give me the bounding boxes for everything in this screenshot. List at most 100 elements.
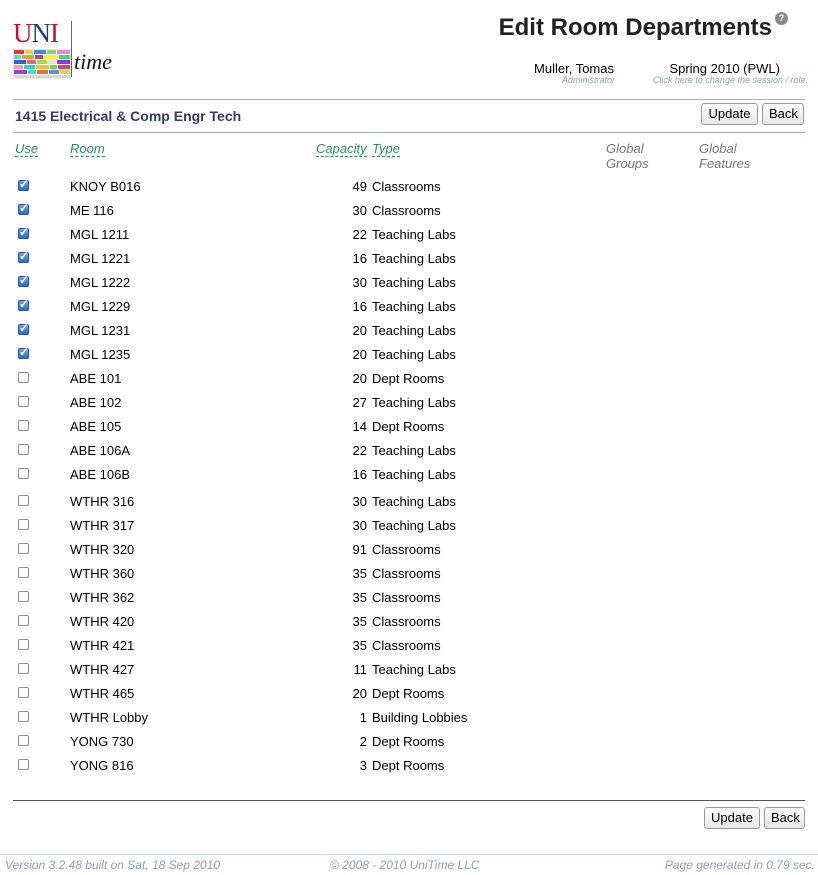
table-row: WTHR 421 35 Classrooms	[0, 638, 818, 662]
use-checkbox[interactable]	[18, 297, 29, 311]
room-name: MGL 1222	[70, 275, 131, 290]
room-name: WTHR 420	[70, 614, 135, 629]
user-name: Muller, Tomas	[534, 61, 614, 76]
room-name: WTHR 317	[70, 518, 135, 533]
use-checkbox[interactable]	[18, 201, 29, 215]
table-bottom-divider	[13, 800, 805, 801]
room-type: Teaching Labs	[372, 227, 456, 242]
use-checkbox[interactable]	[18, 639, 29, 650]
footer-copyright: © 2008 - 2010 UniTime LLC	[330, 858, 480, 872]
use-checkbox[interactable]	[18, 591, 29, 602]
table-row: ME 116 30 Classrooms	[0, 201, 818, 227]
update-button-top[interactable]: Update	[701, 103, 758, 125]
room-capacity: 14	[352, 419, 367, 434]
room-capacity: 35	[352, 590, 367, 605]
room-name: MGL 1221	[70, 251, 131, 266]
logo-time-text: time	[74, 49, 112, 74]
room-type: Teaching Labs	[372, 299, 456, 314]
use-checkbox[interactable]	[18, 495, 29, 506]
table-row: MGL 1222 30 Teaching Labs	[0, 273, 818, 299]
global-groups-line1: Global	[606, 141, 644, 156]
room-name: WTHR 360	[70, 566, 135, 581]
table-row: MGL 1221 16 Teaching Labs	[0, 249, 818, 275]
room-name: MGL 1211	[70, 227, 130, 242]
room-type: Classrooms	[372, 203, 441, 218]
room-type: Dept Rooms	[372, 686, 445, 701]
table-row: MGL 1235 20 Teaching Labs	[0, 345, 818, 371]
session-name[interactable]: Spring 2010 (PWL)	[669, 61, 780, 76]
room-type: Classrooms	[372, 179, 441, 194]
table-row: MGL 1231 20 Teaching Labs	[0, 321, 818, 347]
use-checkbox[interactable]	[18, 759, 29, 770]
column-header-global-features: Global Features	[699, 141, 750, 171]
back-button-top[interactable]: Back	[762, 103, 804, 125]
footer-version: Version 3.2.48 built on Sat, 18 Sep 2010	[5, 858, 221, 872]
table-row: ABE 101 20 Dept Rooms	[0, 371, 818, 395]
room-capacity: 49	[352, 179, 367, 194]
use-checkbox[interactable]	[18, 249, 29, 263]
logo-grid-graphic	[13, 49, 71, 79]
room-type: Classrooms	[372, 614, 441, 629]
use-checkbox[interactable]	[18, 372, 29, 383]
use-checkbox[interactable]	[18, 711, 29, 722]
help-icon[interactable]: ?	[775, 12, 788, 25]
unitime-logo: UNI time	[13, 19, 123, 79]
room-type: Classrooms	[372, 638, 441, 653]
table-row: WTHR Lobby 1 Building Lobbies	[0, 710, 818, 734]
table-row: WTHR 316 30 Teaching Labs	[0, 494, 818, 518]
table-row: WTHR 317 30 Teaching Labs	[0, 518, 818, 542]
user-role: Administrator	[561, 75, 615, 85]
room-name: KNOY B016	[70, 179, 141, 194]
use-checkbox[interactable]	[18, 225, 29, 239]
global-features-line1: Global	[699, 141, 737, 156]
room-capacity: 16	[352, 251, 367, 266]
use-checkbox[interactable]	[18, 420, 29, 431]
use-checkbox[interactable]	[18, 177, 29, 191]
use-checkbox[interactable]	[18, 444, 29, 455]
room-capacity: 35	[352, 614, 367, 629]
column-header-use[interactable]: Use	[15, 142, 39, 157]
room-name: ABE 106A	[70, 443, 130, 458]
room-type: Classrooms	[372, 566, 441, 581]
room-name: WTHR 362	[70, 590, 135, 605]
use-checkbox[interactable]	[18, 345, 29, 359]
column-header-type[interactable]: Type	[372, 142, 400, 157]
room-capacity: 20	[352, 347, 367, 362]
room-capacity: 16	[352, 299, 367, 314]
room-capacity: 91	[352, 542, 367, 557]
use-checkbox[interactable]	[18, 321, 29, 335]
column-header-capacity[interactable]: Capacity	[316, 142, 367, 157]
use-checkbox[interactable]	[18, 687, 29, 698]
use-checkbox[interactable]	[18, 396, 29, 407]
room-name: WTHR 427	[70, 662, 135, 677]
room-capacity: 30	[352, 275, 367, 290]
table-row: ABE 106A 22 Teaching Labs	[0, 443, 818, 467]
use-checkbox[interactable]	[18, 543, 29, 554]
use-checkbox[interactable]	[18, 615, 29, 626]
use-checkbox[interactable]	[18, 519, 29, 530]
room-name: YONG 730	[70, 734, 134, 749]
column-header-room[interactable]: Room	[70, 142, 105, 157]
room-type: Teaching Labs	[372, 323, 456, 338]
use-checkbox[interactable]	[18, 468, 29, 479]
table-row: WTHR 427 11 Teaching Labs	[0, 662, 818, 686]
table-row: WTHR 320 91 Classrooms	[0, 542, 818, 566]
room-capacity: 30	[352, 203, 367, 218]
use-checkbox[interactable]	[18, 273, 29, 287]
room-capacity: 22	[352, 443, 367, 458]
room-name: MGL 1235	[70, 347, 131, 362]
session-change-link[interactable]: Click here to change the session / role.	[653, 75, 808, 85]
room-type: Dept Rooms	[372, 734, 445, 749]
column-header-global-groups: Global Groups	[606, 141, 649, 171]
use-checkbox[interactable]	[18, 735, 29, 746]
room-type: Teaching Labs	[372, 467, 456, 482]
update-button-bottom[interactable]: Update	[704, 807, 760, 829]
room-capacity: 2	[359, 734, 367, 749]
room-type: Teaching Labs	[372, 662, 456, 677]
use-checkbox[interactable]	[18, 663, 29, 674]
room-name: ABE 105	[70, 419, 122, 434]
back-button-bottom[interactable]: Back	[764, 807, 805, 829]
room-name: ABE 101	[70, 371, 122, 386]
room-name: WTHR 465	[70, 686, 135, 701]
use-checkbox[interactable]	[18, 567, 29, 578]
